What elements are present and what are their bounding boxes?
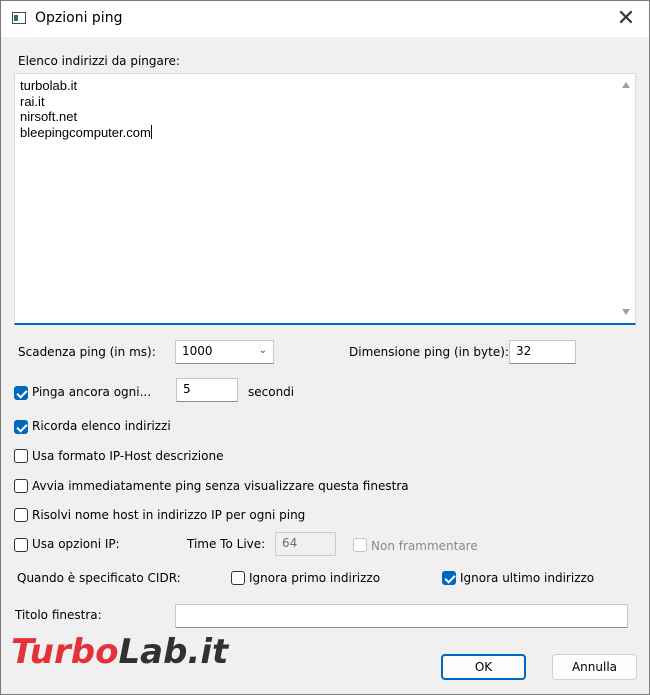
no-fragment-checkbox[interactable] bbox=[353, 538, 367, 552]
watermark-part1: Turbo bbox=[11, 632, 119, 672]
remember-label: Ricorda elenco indirizzi bbox=[32, 419, 171, 433]
ttl-input[interactable]: 64 bbox=[275, 532, 336, 556]
repeat-label: Pinga ancora ogni... bbox=[32, 385, 152, 399]
timeout-value: 1000 bbox=[182, 344, 213, 358]
ignore-last-label: Ignora ultimo indirizzo bbox=[460, 571, 595, 585]
repeat-checkbox[interactable] bbox=[14, 386, 28, 400]
remember-checkbox[interactable] bbox=[14, 420, 28, 434]
size-label: Dimensione ping (in byte): bbox=[349, 345, 509, 359]
ip-options-checkbox[interactable] bbox=[14, 538, 28, 552]
ip-host-format-label: Usa formato IP-Host descrizione bbox=[32, 449, 224, 463]
address-line: rai.it bbox=[20, 93, 45, 109]
start-immediately-checkbox[interactable] bbox=[14, 479, 28, 493]
no-fragment-label: Non frammentare bbox=[371, 539, 478, 553]
ignore-first-checkbox[interactable] bbox=[231, 571, 245, 585]
title-bar: Opzioni ping ✕ bbox=[1, 1, 649, 37]
watermark-part2: Lab.it bbox=[118, 632, 229, 672]
turbolab-watermark: TurboLab.it bbox=[11, 632, 228, 672]
ip-options-label: Usa opzioni IP: bbox=[32, 537, 120, 551]
ok-button[interactable]: OK bbox=[441, 654, 526, 680]
repeat-unit-label: secondi bbox=[248, 385, 295, 399]
addresses-label: Elenco indirizzi da pingare: bbox=[18, 54, 180, 68]
addresses-textarea[interactable]: turbolab.it rai.it nirsoft.net bleepingcomp… bbox=[14, 73, 636, 325]
timeout-combobox[interactable]: 1000 ⌄ bbox=[175, 340, 274, 364]
window-title: Opzioni ping bbox=[35, 10, 123, 26]
addresses-lines: turbolab.it rai.it nirsoft.net bleepingcomp… bbox=[20, 78, 152, 140]
options-dialog: Opzioni ping ✕ Elenco indirizzi da pinga… bbox=[0, 0, 650, 695]
resolve-host-checkbox[interactable] bbox=[14, 508, 28, 522]
text-caret bbox=[150, 124, 152, 139]
window-title-input[interactable] bbox=[175, 604, 628, 628]
close-icon[interactable]: ✕ bbox=[605, 3, 647, 35]
cancel-button[interactable]: Annulla bbox=[552, 654, 637, 680]
address-line: turbolab.it bbox=[20, 78, 78, 93]
size-input[interactable]: 32 bbox=[509, 340, 576, 364]
ignore-last-checkbox[interactable] bbox=[442, 571, 456, 585]
address-line: nirsoft.net bbox=[20, 109, 78, 124]
repeat-interval-input[interactable]: 5 bbox=[176, 378, 238, 402]
address-line: bleepingcomputer.com bbox=[20, 124, 152, 140]
scroll-down-icon[interactable] bbox=[622, 309, 630, 315]
resolve-host-label: Risolvi nome host in indirizzo IP per og… bbox=[32, 508, 306, 522]
ttl-label: Time To Live: bbox=[187, 537, 266, 551]
timeout-label: Scadenza ping (in ms): bbox=[18, 345, 156, 359]
ignore-first-label: Ignora primo indirizzo bbox=[249, 571, 381, 585]
cidr-label: Quando è specificato CIDR: bbox=[17, 571, 181, 585]
ip-host-format-checkbox[interactable] bbox=[14, 449, 28, 463]
start-immediately-label: Avvia immediatamente ping senza visualiz… bbox=[32, 479, 409, 493]
chevron-down-icon[interactable]: ⌄ bbox=[259, 345, 267, 356]
scroll-up-icon[interactable] bbox=[622, 82, 630, 88]
app-icon bbox=[12, 12, 26, 24]
vertical-scrollbar[interactable] bbox=[618, 74, 635, 323]
window-title-field-label: Titolo finestra: bbox=[15, 608, 102, 622]
